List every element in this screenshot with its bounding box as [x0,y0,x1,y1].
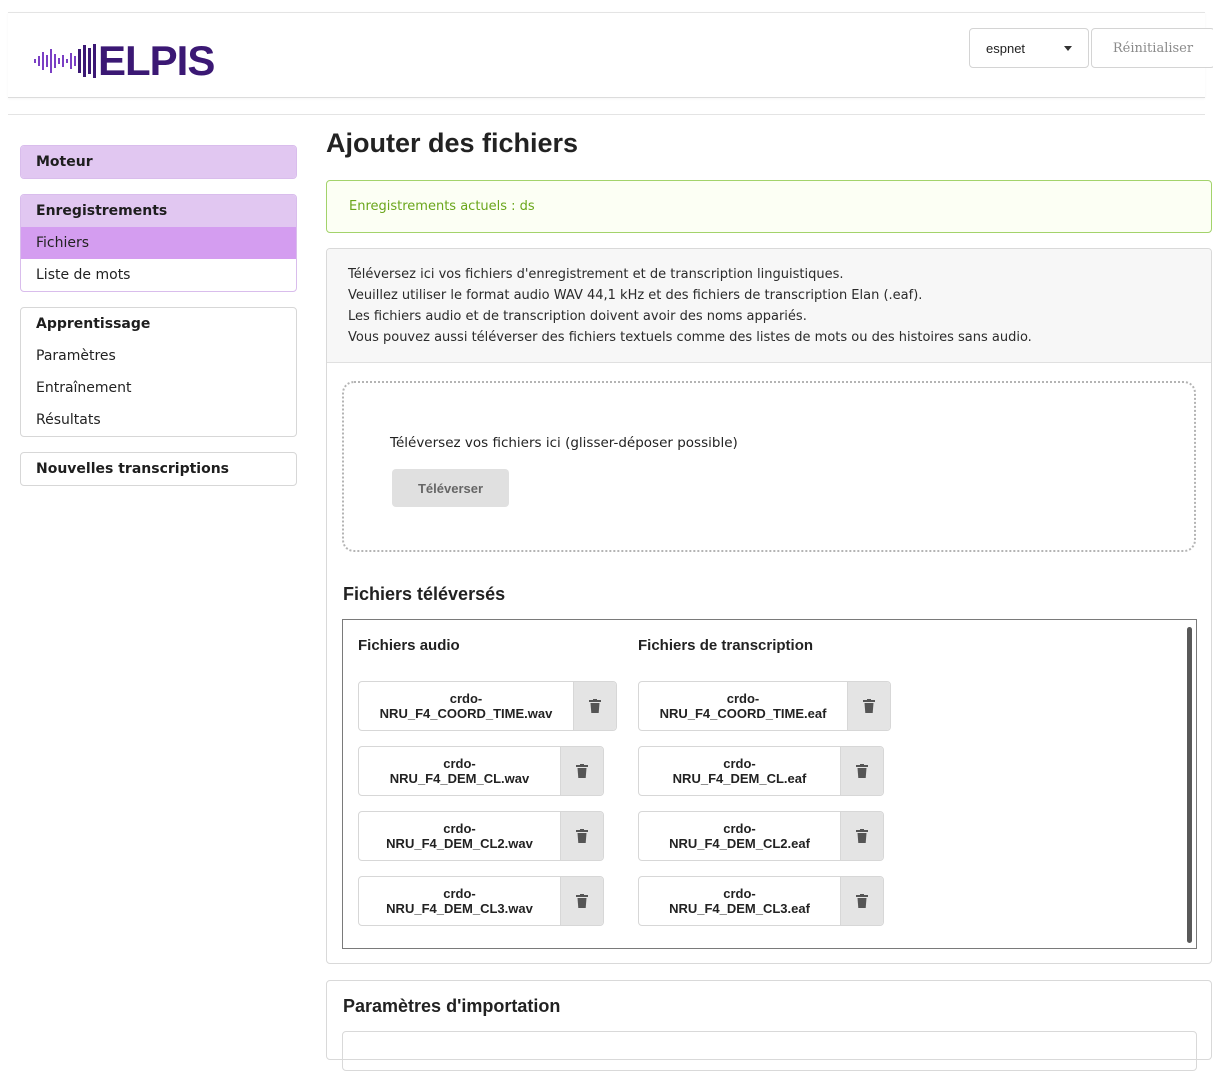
page-title: Ajouter des fichiers [326,128,579,158]
delete-file-button[interactable] [840,812,883,860]
instruction-line: Les fichiers audio et de transcription d… [348,309,807,324]
dropzone-label: Téléversez vos fichiers ici (glisser-dép… [390,435,738,451]
nav-item-parametres[interactable]: Paramètres [21,340,296,372]
import-settings-panel [342,1031,1197,1071]
trash-icon [856,894,868,908]
delete-file-button[interactable] [847,682,890,730]
nav-item-liste-de-mots[interactable]: Liste de mots [21,259,296,291]
transcription-files-header: Fichiers de transcription [638,637,814,654]
nav-group-nouvelles-transcriptions: Nouvelles transcriptions [20,452,297,486]
trash-icon [576,764,588,778]
audio-file-chip: crdo- NRU_F4_COORD_TIME.wav [358,681,617,731]
upload-button[interactable]: Téléverser [392,469,509,507]
instruction-line: Vous pouvez aussi téléverser des fichier… [348,330,1032,345]
delete-file-button[interactable] [560,747,603,795]
waveform-icon [34,44,96,78]
transcription-file-chip: crdo- NRU_F4_DEM_CL2.eaf [638,811,884,861]
audio-file-chip: crdo- NRU_F4_DEM_CL3.wav [358,876,604,926]
nav-item-fichiers[interactable]: Fichiers [21,227,296,259]
delete-file-button[interactable] [840,877,883,925]
file-name: crdo- NRU_F4_DEM_CL2.eaf [669,821,810,851]
import-settings-title: Paramètres d'importation [343,996,561,1016]
engine-select[interactable]: espnet [969,28,1089,68]
audio-files-header: Fichiers audio [358,637,460,654]
transcription-file-chip: crdo- NRU_F4_COORD_TIME.eaf [638,681,891,731]
transcription-file-chip: crdo- NRU_F4_DEM_CL3.eaf [638,876,884,926]
trash-icon [576,829,588,843]
trash-icon [863,699,875,713]
caret-down-icon [1064,46,1072,51]
upload-instructions: Téléversez ici vos fichiers d'enregistre… [327,249,1211,363]
reset-button[interactable]: Réinitialiser [1091,28,1213,68]
uploaded-files-list[interactable]: Fichiers audio Fichiers de transcription… [342,619,1197,949]
trash-icon [856,764,868,778]
trash-icon [856,829,868,843]
delete-file-button[interactable] [560,812,603,860]
nav-group-moteur: Moteur [20,145,297,179]
app-header: ELPIS espnet Réinitialiser [8,12,1213,98]
uploaded-files-title: Fichiers téléversés [343,584,506,604]
nav-heading-moteur[interactable]: Moteur [21,146,296,178]
import-settings-card: Paramètres d'importation [326,980,1212,1071]
header-divider [8,114,1205,115]
audio-file-chip: crdo- NRU_F4_DEM_CL2.wav [358,811,604,861]
transcription-file-chip: crdo- NRU_F4_DEM_CL.eaf [638,746,884,796]
scrollbar[interactable] [1187,627,1192,943]
engine-select-value: espnet [986,40,1026,56]
nav-group-apprentissage: Apprentissage Paramètres Entraînement Ré… [20,307,297,437]
delete-file-button[interactable] [573,682,616,730]
nav-heading-enregistrements[interactable]: Enregistrements [21,195,296,227]
nav-heading-nouvelles-transcriptions[interactable]: Nouvelles transcriptions [21,453,296,485]
current-recordings-alert: Enregistrements actuels : ds [326,180,1212,233]
file-name: crdo- NRU_F4_DEM_CL.wav [389,756,530,786]
elpis-logo[interactable]: ELPIS [34,37,215,84]
audio-file-chip: crdo- NRU_F4_DEM_CL.wav [358,746,604,796]
file-name: crdo- NRU_F4_DEM_CL2.wav [386,821,533,851]
logo-text: ELPIS [98,37,215,84]
nav-item-resultats[interactable]: Résultats [21,404,296,436]
trash-icon [576,894,588,908]
file-name: crdo- NRU_F4_DEM_CL3.wav [386,886,533,916]
nav-item-entrainement[interactable]: Entraînement [21,372,296,404]
instruction-line: Téléversez ici vos fichiers d'enregistre… [348,267,844,282]
file-dropzone[interactable]: Téléversez vos fichiers ici (glisser-dép… [342,381,1196,552]
nav-heading-apprentissage[interactable]: Apprentissage [21,308,296,340]
file-name: crdo- NRU_F4_COORD_TIME.eaf [659,691,827,721]
file-name: crdo- NRU_F4_DEM_CL3.eaf [669,886,810,916]
file-name: crdo- NRU_F4_DEM_CL.eaf [672,756,807,786]
file-name: crdo- NRU_F4_COORD_TIME.wav [379,691,553,721]
instruction-line: Veuillez utiliser le format audio WAV 44… [348,288,923,303]
delete-file-button[interactable] [560,877,603,925]
delete-file-button[interactable] [840,747,883,795]
nav-group-enregistrements: Enregistrements Fichiers Liste de mots [20,194,297,292]
trash-icon [589,699,601,713]
upload-card: Téléversez ici vos fichiers d'enregistre… [326,248,1212,964]
